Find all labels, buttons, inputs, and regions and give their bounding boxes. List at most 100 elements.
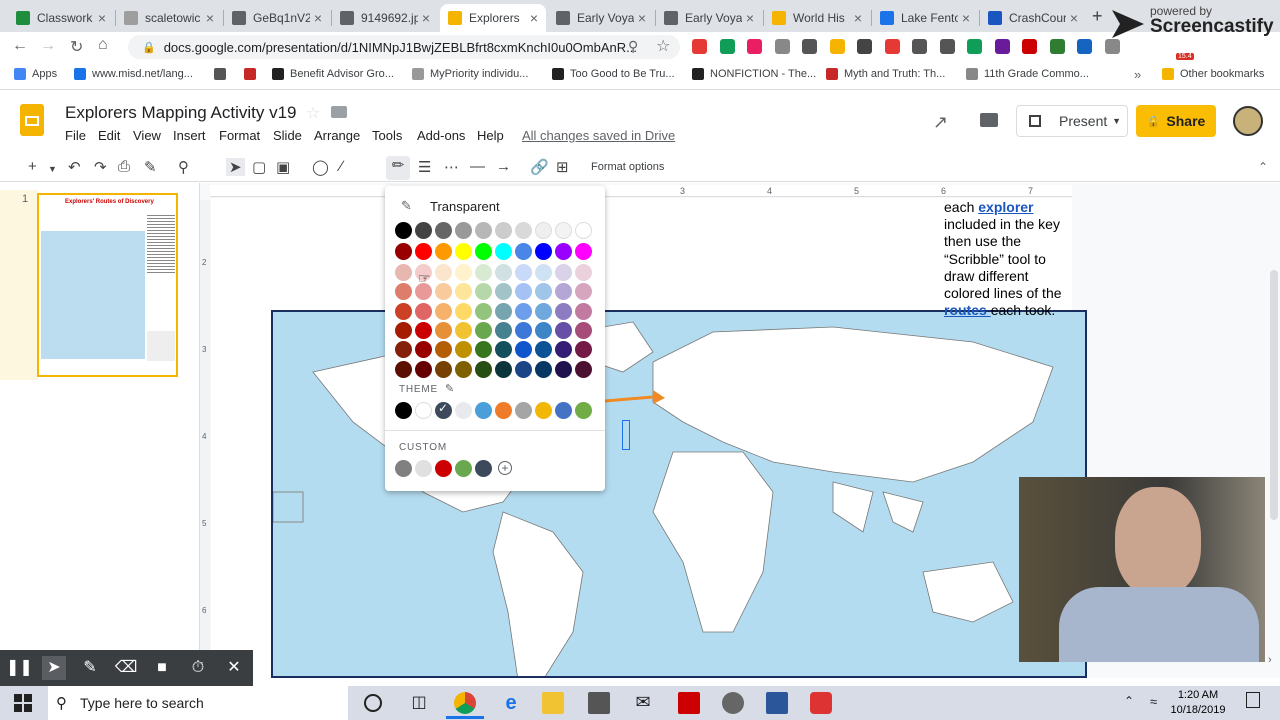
- save-status[interactable]: All changes saved in Drive: [522, 128, 675, 143]
- color-swatch[interactable]: [575, 264, 592, 281]
- color-swatch[interactable]: [455, 283, 472, 300]
- extension-icon[interactable]: [912, 39, 927, 54]
- explorer-link[interactable]: explorer: [978, 199, 1033, 215]
- color-swatch[interactable]: [455, 222, 472, 239]
- custom-color-swatch[interactable]: [395, 460, 412, 477]
- close-icon[interactable]: ×: [854, 10, 862, 26]
- color-swatch[interactable]: [495, 222, 512, 239]
- close-icon[interactable]: ×: [314, 10, 322, 26]
- color-swatch[interactable]: [475, 361, 492, 378]
- browser-tab[interactable]: Classwork ×: [8, 4, 114, 32]
- close-icon[interactable]: ×: [206, 10, 214, 26]
- extension-icon[interactable]: [747, 39, 762, 54]
- select-icon[interactable]: ➤: [226, 158, 245, 176]
- instruction-textbox[interactable]: each explorer included in the key then u…: [944, 199, 1070, 319]
- menu-help[interactable]: Help: [477, 128, 504, 143]
- color-swatch[interactable]: [455, 243, 472, 260]
- color-swatch[interactable]: [435, 341, 452, 358]
- color-swatch[interactable]: [535, 283, 552, 300]
- color-swatch[interactable]: [435, 303, 452, 320]
- color-swatch[interactable]: [415, 361, 432, 378]
- color-swatch[interactable]: [555, 361, 572, 378]
- color-swatch[interactable]: [475, 243, 492, 260]
- extension-icon[interactable]: [939, 39, 955, 54]
- line-end-icon[interactable]: →: [496, 158, 511, 175]
- trending-icon[interactable]: ↗: [933, 112, 948, 133]
- new-slide-icon[interactable]: +: [28, 158, 37, 175]
- menu-view[interactable]: View: [133, 128, 161, 143]
- menu-insert[interactable]: Insert: [173, 128, 206, 143]
- color-swatch[interactable]: [555, 322, 572, 339]
- color-swatch[interactable]: [515, 361, 532, 378]
- color-swatch[interactable]: [435, 243, 452, 260]
- menu-file[interactable]: File: [65, 128, 86, 143]
- color-swatch[interactable]: [555, 222, 572, 239]
- color-swatch[interactable]: [435, 222, 452, 239]
- close-icon[interactable]: ×: [530, 10, 538, 26]
- color-swatch[interactable]: [575, 222, 592, 239]
- extension-icon[interactable]: [719, 39, 735, 54]
- address-bar[interactable]: 🔒 docs.google.com/presentation/d/1NIMNpJ…: [128, 35, 680, 59]
- slide-thumbnail[interactable]: Explorers' Routes of Discovery: [37, 193, 178, 377]
- close-icon[interactable]: ×: [638, 10, 646, 26]
- close-icon[interactable]: ×: [1070, 10, 1078, 26]
- color-swatch[interactable]: [535, 243, 552, 260]
- camera-icon[interactable]: ■: [150, 656, 174, 680]
- link-icon[interactable]: 🔗: [530, 158, 549, 176]
- browser-tab[interactable]: Explorers ×: [440, 4, 546, 32]
- color-swatch[interactable]: [415, 322, 432, 339]
- line-start-icon[interactable]: —: [470, 158, 485, 175]
- windows-start-icon[interactable]: [12, 692, 34, 714]
- extension-icon[interactable]: [802, 39, 817, 54]
- slides-logo-icon[interactable]: [20, 104, 44, 136]
- extension-icon[interactable]: [994, 39, 1010, 54]
- collapse-toolbar-icon[interactable]: ⌃: [1258, 160, 1268, 174]
- browser-tab[interactable]: Lake Fento ×: [872, 4, 978, 32]
- color-swatch[interactable]: [575, 322, 592, 339]
- color-swatch[interactable]: [395, 264, 412, 281]
- bookmark-item[interactable]: NONFICTION - The...: [692, 68, 816, 80]
- color-swatch[interactable]: [455, 361, 472, 378]
- custom-color-swatch[interactable]: [475, 460, 492, 477]
- transparent-option[interactable]: Transparent: [430, 199, 500, 214]
- color-swatch[interactable]: [495, 243, 512, 260]
- color-swatch[interactable]: [455, 264, 472, 281]
- browser-tab[interactable]: scaletowic ×: [116, 4, 222, 32]
- timer-icon[interactable]: ⏱: [186, 656, 210, 680]
- color-swatch[interactable]: [395, 283, 412, 300]
- color-swatch[interactable]: [575, 361, 592, 378]
- color-swatch[interactable]: [515, 243, 532, 260]
- routes-link[interactable]: routes: [944, 302, 991, 318]
- bookmark-item[interactable]: Myth and Truth: Th...: [826, 68, 945, 80]
- add-custom-color-icon[interactable]: +: [498, 461, 512, 475]
- color-swatch[interactable]: [435, 361, 452, 378]
- bookmark-item[interactable]: Apps: [14, 68, 57, 80]
- word-icon[interactable]: [766, 692, 788, 714]
- color-swatch[interactable]: [395, 303, 412, 320]
- taskbar-search-box[interactable]: ⚲ Type here to search: [48, 686, 348, 720]
- extension-icon[interactable]: [1022, 39, 1037, 54]
- color-swatch[interactable]: [535, 341, 552, 358]
- theme-color-swatch[interactable]: [575, 402, 592, 419]
- extension-icon[interactable]: [1049, 39, 1065, 54]
- chevron-up-icon[interactable]: ⌃: [1124, 694, 1134, 708]
- color-swatch[interactable]: [555, 264, 572, 281]
- color-swatch[interactable]: [395, 341, 412, 358]
- color-swatch[interactable]: [515, 283, 532, 300]
- home-icon[interactable]: ⌂: [98, 36, 108, 54]
- theme-color-swatch[interactable]: [475, 402, 492, 419]
- star-icon[interactable]: ☆: [306, 103, 320, 123]
- color-swatch[interactable]: [395, 322, 412, 339]
- edge-icon[interactable]: e: [500, 692, 522, 714]
- selected-shape-handle[interactable]: [622, 420, 630, 450]
- color-swatch[interactable]: [415, 303, 432, 320]
- color-swatch[interactable]: [475, 341, 492, 358]
- menu-arrange[interactable]: Arrange: [314, 128, 360, 143]
- bookmark-item[interactable]: [214, 68, 232, 80]
- menu-edit[interactable]: Edit: [98, 128, 120, 143]
- menu-format[interactable]: Format: [219, 128, 260, 143]
- color-swatch[interactable]: [435, 322, 452, 339]
- color-swatch[interactable]: [555, 283, 572, 300]
- notification-icon[interactable]: [1246, 692, 1260, 708]
- avatar[interactable]: [1233, 106, 1263, 136]
